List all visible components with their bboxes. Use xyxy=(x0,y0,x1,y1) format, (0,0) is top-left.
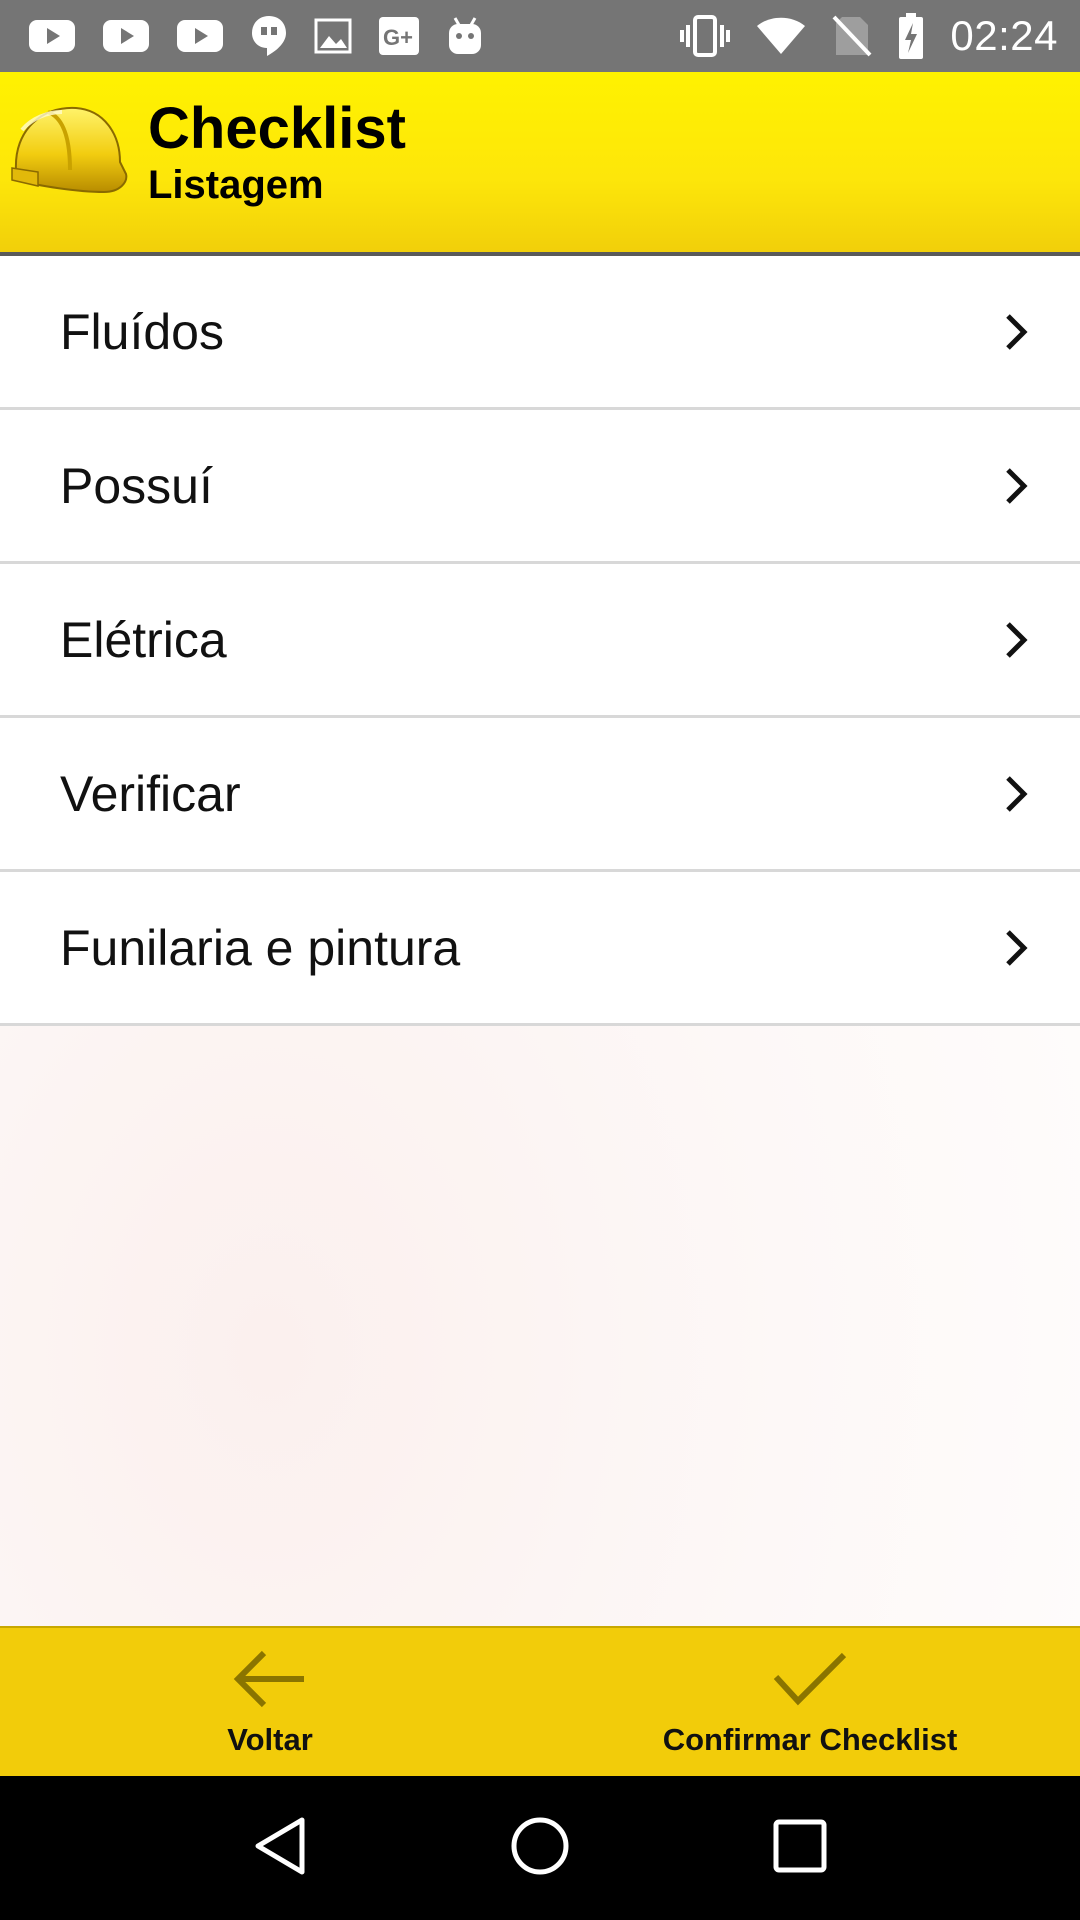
chevron-right-icon xyxy=(1002,466,1032,506)
hangouts-icon xyxy=(250,14,288,58)
wifi-icon xyxy=(756,16,806,56)
app-header: Checklist Listagem xyxy=(0,72,1080,256)
header-text: Checklist Listagem xyxy=(148,96,406,208)
list-item-label: Possuí xyxy=(60,457,213,514)
google-plus-icon: G+ xyxy=(378,16,420,56)
nav-home-button[interactable] xyxy=(490,1798,590,1898)
status-bar: G+ 02:24 xyxy=(0,0,1080,72)
home-circle-icon xyxy=(510,1816,570,1881)
battery-charging-icon xyxy=(898,13,924,59)
page-subtitle: Listagem xyxy=(148,163,324,207)
back-button-label: Voltar xyxy=(227,1721,313,1757)
list-item-fluidos[interactable]: Fluídos xyxy=(0,256,1080,410)
youtube-icon xyxy=(28,19,76,53)
chevron-right-icon xyxy=(1002,928,1032,968)
recents-square-icon xyxy=(773,1819,827,1878)
list-item-label: Verificar xyxy=(60,765,241,822)
nav-recents-button[interactable] xyxy=(750,1798,850,1898)
list-item-label: Funilaria e pintura xyxy=(60,919,461,976)
gallery-icon xyxy=(314,18,352,54)
list-item-verificar[interactable]: Verificar xyxy=(0,718,1080,872)
confirm-checklist-label: Confirmar Checklist xyxy=(662,1721,958,1757)
system-status-icons: 02:24 xyxy=(654,12,1058,60)
list-item-label: Elétrica xyxy=(60,611,227,668)
list-item-possui[interactable]: Possuí xyxy=(0,410,1080,564)
notification-icons: G+ xyxy=(28,14,510,58)
hard-hat-icon xyxy=(8,100,132,205)
android-icon xyxy=(446,16,484,56)
arrow-left-icon xyxy=(232,1649,308,1714)
checklist-list: Fluídos Possuí Elétrica Verificar Funila… xyxy=(0,256,1080,1026)
list-item-label: Fluídos xyxy=(60,303,224,360)
confirm-checklist-button[interactable]: Confirmar Checklist xyxy=(540,1628,1080,1778)
back-triangle-icon xyxy=(252,1816,308,1881)
chevron-right-icon xyxy=(1002,312,1032,352)
system-navigation-bar xyxy=(0,1776,1080,1920)
svg-text:G+: G+ xyxy=(383,25,413,50)
youtube-icon xyxy=(176,19,224,53)
vibrate-icon xyxy=(680,15,731,57)
checkmark-icon xyxy=(772,1649,848,1714)
youtube-icon xyxy=(102,19,150,53)
page-title: Checklist xyxy=(148,96,406,161)
list-item-eletrica[interactable]: Elétrica xyxy=(0,564,1080,718)
chevron-right-icon xyxy=(1002,620,1032,660)
back-button[interactable]: Voltar xyxy=(0,1628,540,1778)
nav-back-button[interactable] xyxy=(230,1798,330,1898)
list-item-funilaria-e-pintura[interactable]: Funilaria e pintura xyxy=(0,872,1080,1026)
no-sim-icon xyxy=(832,15,872,57)
bottom-action-bar: Voltar Confirmar Checklist xyxy=(0,1626,1080,1776)
chevron-right-icon xyxy=(1002,774,1032,814)
clock: 02:24 xyxy=(950,12,1058,59)
